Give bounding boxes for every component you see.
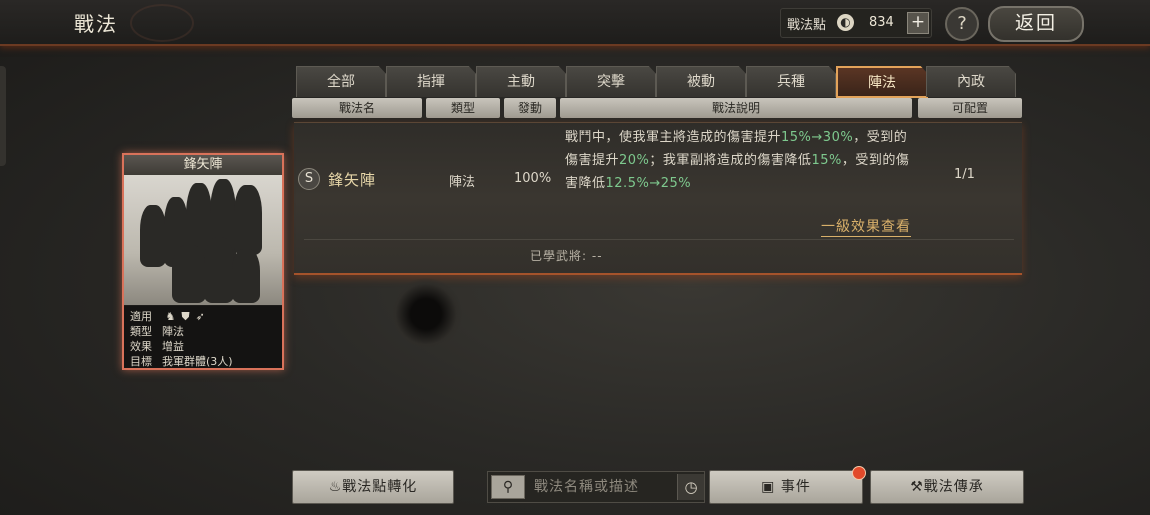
tab-troop-type[interactable]: 兵種 xyxy=(746,66,836,97)
fire-icon: ♨ xyxy=(328,479,343,495)
tab-assault[interactable]: 突擊 xyxy=(566,66,656,97)
cavalry-icon: ♞ xyxy=(165,310,176,323)
top-bar: 戰法 戰法點 ◐ 834 + ? 返回 xyxy=(0,0,1150,46)
type-value: 陣法 xyxy=(162,325,184,338)
card-applies-row: 適用 ♞ ⛊ ➶ xyxy=(130,308,211,324)
table-header: 戰法名 類型 發動 戰法說明 可配置 xyxy=(292,98,1024,118)
archer-icon: ➶ xyxy=(195,310,205,323)
skill-trigger-rate: 100% xyxy=(514,171,552,186)
skill-points-value: 834 xyxy=(869,15,894,30)
col-header-rate[interactable]: 發動 xyxy=(504,98,556,118)
card-info: 適用 ♞ ⛊ ➶ 類型 陣法 效果 增益 目標 我軍群體(3人) xyxy=(124,306,282,368)
effect-value: 增益 xyxy=(162,340,184,353)
target-label: 目標 xyxy=(130,355,152,368)
card-illustration xyxy=(124,175,282,305)
page-title: 戰法 xyxy=(74,12,118,36)
desc-value: 12.5%→25% xyxy=(605,176,692,191)
col-header-config[interactable]: 可配置 xyxy=(918,98,1022,118)
search-bar: ⚲ ◷ xyxy=(487,471,705,503)
card-title: 鋒矢陣 xyxy=(124,155,282,175)
skill-name: 鋒矢陣 xyxy=(328,171,377,189)
applies-icons: ♞ ⛊ ➶ xyxy=(166,310,211,323)
tab-formation[interactable]: 陣法 xyxy=(836,66,928,98)
col-header-name[interactable]: 戰法名 xyxy=(292,98,422,118)
category-tabs: 全部 指揮 主動 突擊 被動 兵種 陣法 內政 xyxy=(296,66,1022,98)
desc-text: ；我軍副將造成的傷害降低 xyxy=(649,153,812,168)
tab-internal-affairs[interactable]: 內政 xyxy=(926,66,1016,97)
row-divider xyxy=(304,239,1014,240)
skill-points-label: 戰法點 xyxy=(787,18,827,33)
hammer-icon: ⚒ xyxy=(910,479,924,495)
desc-value: 20% xyxy=(619,153,650,168)
background-swirl xyxy=(390,278,462,350)
card-target-row: 目標 我軍群體(3人) xyxy=(130,353,233,368)
tab-all[interactable]: 全部 xyxy=(296,66,386,97)
events-label: 事件 xyxy=(780,479,811,495)
skill-points-icon: ◐ xyxy=(837,14,854,31)
card-effect-row: 效果 增益 xyxy=(130,338,184,354)
header-decoration xyxy=(130,4,194,42)
inherit-skill-label: 戰法傳承 xyxy=(923,479,984,495)
desc-value: 15%→30% xyxy=(781,130,854,145)
tab-active[interactable]: 主動 xyxy=(476,66,566,97)
notification-dot xyxy=(852,466,866,480)
applies-label: 適用 xyxy=(130,310,152,323)
desc-text: 戰鬥中，使我軍主將造成的傷害提升 xyxy=(565,130,782,145)
card-type-row: 類型 陣法 xyxy=(130,323,184,339)
type-label: 類型 xyxy=(130,325,152,338)
level-one-effect-link[interactable]: 一級效果查看 xyxy=(821,216,911,237)
tab-command[interactable]: 指揮 xyxy=(386,66,476,97)
tab-passive[interactable]: 被動 xyxy=(656,66,746,97)
learned-label: 已學武將: xyxy=(530,249,588,263)
add-points-button[interactable]: + xyxy=(907,12,929,34)
back-button[interactable]: 返回 xyxy=(988,6,1084,42)
skill-type: 陣法 xyxy=(449,175,476,190)
grade-badge: S xyxy=(298,168,320,190)
skill-config-count: 1/1 xyxy=(954,167,975,182)
skill-description: 戰鬥中，使我軍主將造成的傷害提升15%→30%，受到的傷害提升20%；我軍副將造… xyxy=(565,126,910,195)
side-handle xyxy=(0,66,6,166)
skill-card[interactable]: 鋒矢陣 適用 ♞ ⛊ ➶ 類型 陣法 效果 增益 目標 我軍群體(3人) xyxy=(122,153,284,370)
convert-points-label: 戰法點轉化 xyxy=(342,479,418,495)
shield-icon: ⛊ xyxy=(181,310,190,323)
events-icon: ▣ xyxy=(761,479,781,495)
learned-value: -- xyxy=(591,249,603,263)
target-value: 我軍群體(3人) xyxy=(162,355,233,368)
desc-value: 15% xyxy=(811,153,842,168)
effect-label: 效果 xyxy=(130,340,152,353)
col-header-type[interactable]: 類型 xyxy=(426,98,500,118)
convert-points-button[interactable]: ♨戰法點轉化 xyxy=(292,470,454,504)
learned-generals: 已學武將: -- xyxy=(530,247,603,264)
events-button[interactable]: ▣ 事件 xyxy=(709,470,863,504)
col-header-desc: 戰法說明 xyxy=(560,98,912,118)
skill-row[interactable]: S 鋒矢陣 陣法 100% 戰鬥中，使我軍主將造成的傷害提升15%→30%，受到… xyxy=(294,122,1022,275)
search-icon[interactable]: ⚲ xyxy=(491,475,525,499)
history-clock-icon[interactable]: ◷ xyxy=(677,474,704,500)
skill-points-display: 戰法點 ◐ 834 + xyxy=(780,8,932,38)
search-input[interactable] xyxy=(532,474,676,500)
inherit-skill-button[interactable]: ⚒戰法傳承 xyxy=(870,470,1024,504)
help-button[interactable]: ? xyxy=(945,7,979,41)
